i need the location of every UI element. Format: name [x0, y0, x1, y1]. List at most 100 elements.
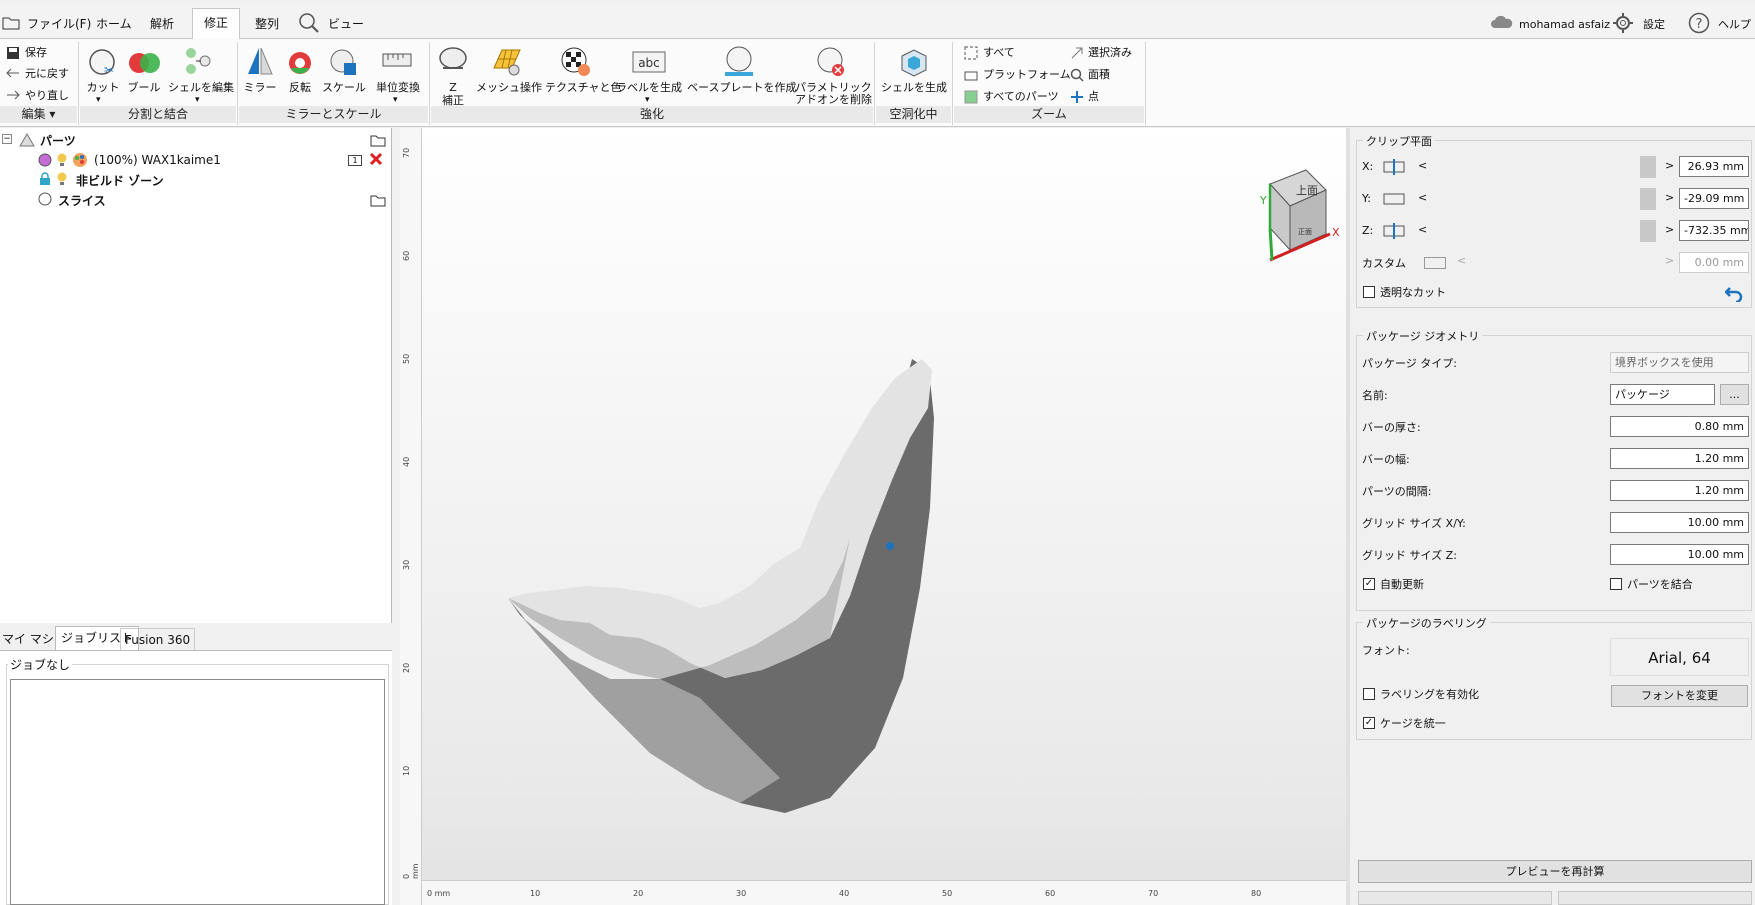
- part-spacing-input[interactable]: 1.20 mm: [1610, 480, 1749, 501]
- mesh-button[interactable]: メッシュ操作: [476, 81, 542, 95]
- auto-update-checkbox[interactable]: ✓: [1363, 578, 1375, 590]
- scale-button[interactable]: スケール: [322, 81, 366, 95]
- zoom-platform-button[interactable]: プラットフォーム: [983, 67, 1071, 83]
- collapse-toggle[interactable]: −: [2, 134, 12, 144]
- zoom-selected-button[interactable]: 選択済み: [1088, 45, 1132, 61]
- clip-y-increase[interactable]: >: [1665, 191, 1674, 204]
- clip-x-slider-thumb[interactable]: [1640, 156, 1656, 178]
- cut-button[interactable]: カット: [86, 81, 120, 95]
- menu-arrange[interactable]: 整列: [255, 10, 279, 39]
- menu-home[interactable]: ホーム: [96, 10, 132, 39]
- search-icon[interactable]: [298, 12, 320, 34]
- remove-addon-button[interactable]: アドオンを削除: [795, 93, 872, 107]
- model-wax1kaime1[interactable]: [500, 218, 1100, 838]
- clip-x-increase[interactable]: >: [1665, 159, 1674, 172]
- package-name-input[interactable]: パッケージ: [1610, 384, 1715, 405]
- tree-part-item[interactable]: (100%) WAX1kaime1: [94, 153, 221, 167]
- redo-button[interactable]: やり直し: [25, 88, 69, 104]
- help-icon[interactable]: ?: [1688, 12, 1710, 34]
- transparent-cut-checkbox[interactable]: [1363, 286, 1375, 298]
- unify-cage-checkbox[interactable]: ✓: [1363, 717, 1375, 729]
- clip-x-input[interactable]: 26.93 mm: [1679, 156, 1749, 177]
- clip-z-icon[interactable]: [1383, 223, 1405, 239]
- texture-button[interactable]: テクスチャと色: [545, 81, 622, 95]
- clip-x-decrease[interactable]: <: [1418, 159, 1427, 172]
- clip-z-increase[interactable]: >: [1665, 223, 1674, 236]
- mirror-button[interactable]: ミラー: [242, 81, 278, 95]
- grid-z-input[interactable]: 10.00 mm: [1610, 544, 1749, 565]
- recalculate-preview-button[interactable]: プレビューを再計算: [1358, 860, 1752, 883]
- jobs-list[interactable]: [10, 679, 385, 905]
- baseplate-button[interactable]: ベースプレートを作成: [687, 81, 796, 95]
- label-dropdown-icon[interactable]: ▾: [645, 93, 650, 107]
- zoom-face-button[interactable]: 面積: [1088, 67, 1110, 83]
- bar-width-input[interactable]: 1.20 mm: [1610, 448, 1749, 469]
- clip-y-slider-thumb[interactable]: [1640, 188, 1656, 210]
- invert-button[interactable]: 反転: [283, 81, 317, 95]
- x-ruler-tick: 50: [942, 889, 953, 898]
- clip-y-decrease[interactable]: <: [1418, 191, 1427, 204]
- cut-dropdown-icon[interactable]: ▾: [96, 93, 101, 107]
- reset-arrow-icon[interactable]: [1725, 284, 1745, 302]
- save-button[interactable]: 保存: [25, 45, 47, 61]
- tab-fusion360[interactable]: Fusion 360: [120, 628, 196, 650]
- 3d-viewport[interactable]: 70 60 50 40 30 20 10 0 mm 0 mm 10 20 30 40 50 60 70 80 …: [400, 128, 1346, 905]
- zoom-allparts-button[interactable]: すべてのパーツ: [983, 89, 1059, 105]
- tree-nonbuild-zone[interactable]: 非ビルド ゾーン: [76, 172, 164, 189]
- unit-dropdown-icon[interactable]: ▾: [393, 93, 398, 107]
- lightbulb-icon[interactable]: [56, 171, 68, 187]
- zoom-all-button[interactable]: すべて: [983, 45, 1015, 61]
- clip-z-slider-thumb[interactable]: [1640, 220, 1656, 242]
- user-name[interactable]: mohamad asfaiz: [1519, 10, 1610, 39]
- edit-shell-dropdown-icon[interactable]: ▾: [195, 93, 200, 107]
- palette-icon[interactable]: [72, 152, 88, 168]
- bottom-button-right[interactable]: [1558, 891, 1752, 905]
- combine-parts-checkbox[interactable]: [1610, 578, 1622, 590]
- open-folder-icon[interactable]: [370, 133, 386, 147]
- clip-z-decrease[interactable]: <: [1418, 223, 1427, 236]
- change-font-button[interactable]: フォントを変更: [1611, 685, 1748, 707]
- open-folder-icon[interactable]: [370, 193, 386, 207]
- package-geometry-group: パッケージ ジオメトリ: [1356, 328, 1752, 611]
- package-name-browse-button[interactable]: ...: [1720, 384, 1749, 405]
- menu-analyze[interactable]: 解析: [150, 10, 174, 39]
- separator: [78, 42, 79, 125]
- menu-file[interactable]: ファイル(F): [27, 10, 91, 39]
- tree-root-parts[interactable]: パーツ: [40, 132, 76, 149]
- edit-group-label[interactable]: 編集 ▾: [0, 106, 77, 123]
- bar-thickness-input[interactable]: 0.80 mm: [1610, 416, 1749, 437]
- zoom-point-button[interactable]: 点: [1088, 89, 1099, 105]
- shell-gen-button[interactable]: シェルを生成: [878, 81, 950, 95]
- viewcube-front-face[interactable]: 正面: [1298, 228, 1312, 236]
- part-count-icon[interactable]: 1: [348, 155, 362, 166]
- boolean-button[interactable]: ブール: [126, 81, 162, 95]
- menu-view[interactable]: ビュー: [328, 10, 364, 39]
- clip-custom-decrease[interactable]: <: [1457, 254, 1466, 267]
- settings-link[interactable]: 設定: [1643, 10, 1665, 39]
- right-splitter[interactable]: [1346, 128, 1350, 905]
- grid-xy-input[interactable]: 10.00 mm: [1610, 512, 1749, 533]
- viewcube-top-face[interactable]: 上面: [1296, 184, 1318, 197]
- close-icon[interactable]: [369, 152, 383, 166]
- tree-slice[interactable]: スライス: [58, 192, 106, 209]
- folder-icon[interactable]: [2, 14, 20, 30]
- svg-text:✂: ✂: [104, 63, 114, 77]
- help-link[interactable]: ヘルプ: [1718, 10, 1751, 39]
- clip-z-input[interactable]: -732.35 mm: [1679, 220, 1749, 241]
- bottom-button-left[interactable]: [1358, 891, 1552, 905]
- clip-x-icon[interactable]: [1383, 159, 1405, 175]
- undo-button[interactable]: 元に戻す: [25, 66, 69, 82]
- gear-icon[interactable]: [1612, 12, 1634, 34]
- view-cube[interactable]: 上面 正面 X Y: [1210, 168, 1360, 298]
- clip-y-input[interactable]: -29.09 mm: [1679, 188, 1749, 209]
- lightbulb-icon[interactable]: [56, 152, 68, 168]
- panel-splitter[interactable]: [393, 128, 400, 905]
- unit-convert-button[interactable]: 単位変換: [370, 81, 426, 95]
- clip-y-icon[interactable]: [1383, 191, 1405, 207]
- clip-custom-icon[interactable]: [1424, 257, 1446, 269]
- package-type-select[interactable]: 境界ボックスを使用: [1610, 352, 1749, 373]
- clip-custom-input[interactable]: 0.00 mm: [1679, 252, 1749, 273]
- menu-modify[interactable]: 修正: [192, 8, 240, 40]
- clip-custom-increase[interactable]: >: [1665, 254, 1674, 267]
- enable-labeling-checkbox[interactable]: [1363, 688, 1375, 700]
